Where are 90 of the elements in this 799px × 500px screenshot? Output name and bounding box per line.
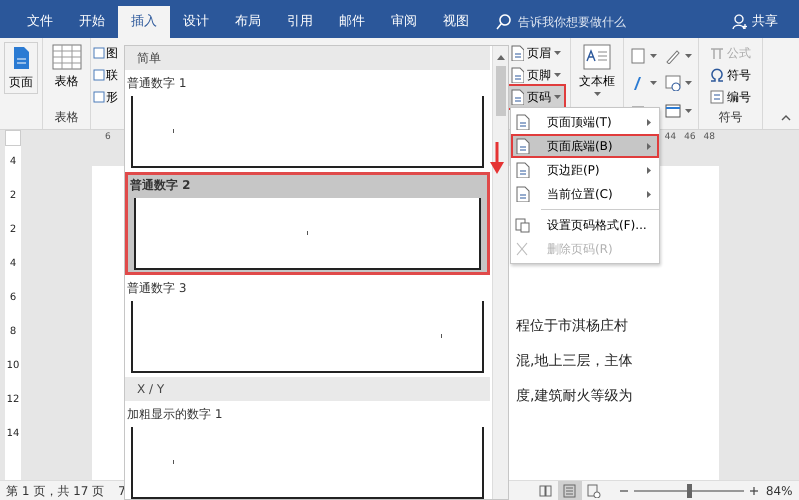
scroll-up-icon xyxy=(496,54,504,60)
table-button[interactable]: 表格 xyxy=(47,42,86,92)
document-text: 度,建筑耐火等级为 xyxy=(516,387,632,406)
caret-icon xyxy=(554,73,561,77)
ruler-number: 6 xyxy=(105,131,111,144)
ruler-number: 10 xyxy=(6,359,20,373)
ribbon-tab[interactable]: 视图 xyxy=(430,6,482,38)
ruler-number: 2 xyxy=(10,189,16,203)
page-number-mark xyxy=(441,334,442,338)
ribbon-button[interactable]: 符号 xyxy=(707,64,754,86)
submenu-arrow-icon xyxy=(647,190,651,198)
menu-item[interactable]: 页边距(P) xyxy=(511,158,659,182)
ribbon-button[interactable]: 形 xyxy=(93,86,121,108)
ribbon-tab[interactable]: 插入 xyxy=(118,6,170,38)
share-button[interactable]: 共享 xyxy=(719,6,791,38)
ribbon-button[interactable]: 图 xyxy=(93,42,121,64)
ribbon-tab[interactable]: 设计 xyxy=(170,6,222,38)
page-number-mark xyxy=(307,231,308,235)
page-number-mark xyxy=(173,460,174,464)
submenu-arrow-icon xyxy=(647,166,651,174)
picture-icon xyxy=(93,47,105,59)
pi-icon xyxy=(710,46,724,60)
caret-icon xyxy=(594,92,600,96)
text-box-icon xyxy=(583,44,611,70)
ribbon-tab[interactable]: 审阅 xyxy=(378,6,430,38)
section-header: 简单 xyxy=(125,46,490,70)
arrow-icon xyxy=(490,142,504,174)
ruler-number: 44 xyxy=(664,131,676,144)
ruler-number: 4 xyxy=(10,257,16,271)
page-button[interactable]: 页面 xyxy=(4,42,38,94)
group-label: 符号 xyxy=(718,109,744,126)
page-count: 第 1 页，共 17 页 xyxy=(6,482,104,500)
submenu-arrow-icon xyxy=(647,142,651,150)
zoom-percentage: 84% xyxy=(766,482,792,500)
caret-icon xyxy=(554,51,561,55)
caret-icon xyxy=(685,109,692,114)
search-field[interactable]: 告诉我你想要做什么 xyxy=(496,6,626,38)
section-header: X / Y xyxy=(125,377,490,401)
menu-item[interactable]: 当前位置(C) xyxy=(511,182,659,206)
document-text: 混,地上三层，主体 xyxy=(516,352,632,371)
ruler-number: 46 xyxy=(684,131,696,144)
group-label: 表格 xyxy=(54,109,80,126)
submenu-arrow-icon xyxy=(647,118,651,126)
page-icon xyxy=(11,45,31,71)
slider-thumb[interactable] xyxy=(686,484,692,498)
ribbon-tab[interactable]: 布局 xyxy=(222,6,274,38)
caret-icon xyxy=(685,81,692,86)
ribbon-dropdown-button[interactable]: 页码 xyxy=(507,86,564,108)
ribbon-tab[interactable]: 邮件 xyxy=(326,6,378,38)
document-text: 程位于市淇杨庄村 xyxy=(516,317,629,336)
ribbon-button[interactable]: 联 xyxy=(93,64,121,86)
text-box-button[interactable]: 文本框 xyxy=(575,42,619,98)
menu-item[interactable]: 页面顶端(T) xyxy=(511,110,659,134)
ribbon-dropdown-button[interactable]: 页脚 xyxy=(507,64,564,86)
omega-icon xyxy=(710,68,724,82)
menu-item[interactable]: 页面底端(B) xyxy=(511,134,659,158)
ruler-number: 8 xyxy=(10,325,16,339)
page-number-mark xyxy=(173,129,174,133)
window-icon xyxy=(665,103,681,120)
print-layout-icon xyxy=(562,484,578,498)
web-layout-icon xyxy=(586,484,602,498)
ribbon-tab[interactable]: 引用 xyxy=(274,6,326,38)
table-icon xyxy=(52,44,82,70)
menu-item[interactable]: 设置页码格式(F)... xyxy=(511,213,659,237)
ruler-number: 2 xyxy=(10,223,16,237)
caret-icon xyxy=(685,54,692,58)
ruler-number: 14 xyxy=(6,427,20,441)
ruler-number: 12 xyxy=(6,393,20,407)
ruler-number: 48 xyxy=(704,131,715,144)
picture-icon xyxy=(93,69,105,81)
search-icon xyxy=(496,14,512,30)
person-icon xyxy=(732,14,748,30)
list-icon xyxy=(710,90,724,104)
ribbon-tab[interactable]: 文件 xyxy=(14,6,66,38)
scrollbar-thumb[interactable] xyxy=(496,66,506,116)
pen-icon xyxy=(665,48,681,64)
caret-icon xyxy=(650,81,657,86)
ruler-number: 4 xyxy=(10,155,16,169)
zoom-in-icon[interactable] xyxy=(750,486,758,494)
read-mode-icon xyxy=(538,484,554,498)
caret-icon xyxy=(650,54,657,58)
view-mode-button[interactable] xyxy=(558,480,582,500)
collapse-icon[interactable] xyxy=(781,115,791,121)
caret-icon xyxy=(554,95,561,99)
ribbon-tab[interactable]: 开始 xyxy=(66,6,118,38)
gallery-item[interactable]: 普通数字 2 xyxy=(125,172,490,275)
picture-icon xyxy=(93,91,105,103)
ruler-number: 6 xyxy=(10,291,16,305)
ribbon-button[interactable]: 编号 xyxy=(707,86,754,108)
ribbon-dropdown-button[interactable]: 页眉 xyxy=(507,42,564,64)
